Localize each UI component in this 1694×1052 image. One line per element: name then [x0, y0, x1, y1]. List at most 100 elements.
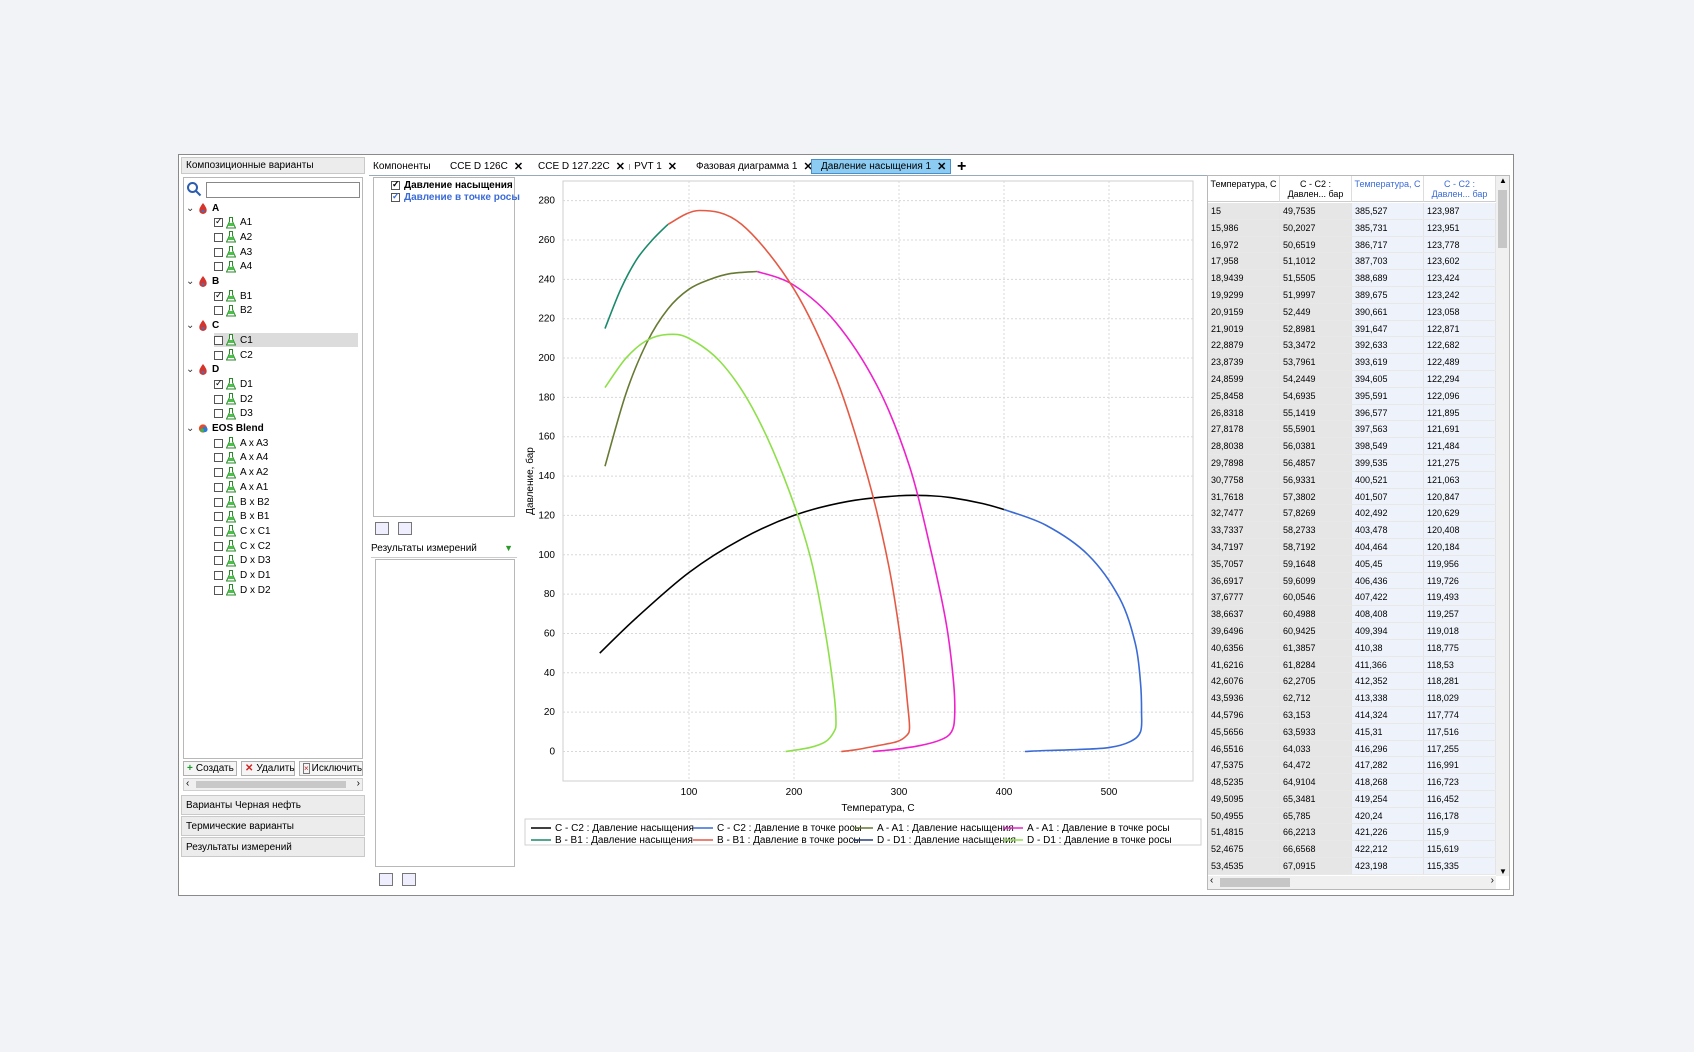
checkbox[interactable]: [214, 350, 223, 360]
table-row[interactable]: 15,986 50,2027 385,731 123,951: [1208, 219, 1496, 237]
table-row[interactable]: 20,9159 52,449 390,661 123,058: [1208, 303, 1496, 321]
table-cell[interactable]: 41,6216: [1208, 656, 1280, 673]
table-cell[interactable]: 55,1419: [1280, 404, 1352, 421]
tree-group-a[interactable]: ⌄ A: [186, 201, 358, 215]
table-cell[interactable]: 420,24: [1352, 807, 1424, 824]
tree-item-a2[interactable]: A2: [214, 230, 358, 244]
table-cell[interactable]: 115,335: [1424, 858, 1496, 874]
tab-components[interactable]: Компоненты: [369, 159, 441, 174]
table-cell[interactable]: 57,8269: [1280, 505, 1352, 522]
table-cell[interactable]: 53,7961: [1280, 354, 1352, 370]
table-cell[interactable]: 403,478: [1352, 522, 1424, 538]
tree-item-bxb1[interactable]: B x B1: [214, 510, 358, 524]
table-cell[interactable]: 117,516: [1424, 723, 1496, 740]
table-cell[interactable]: 118,029: [1424, 690, 1496, 706]
table-cell[interactable]: 65,785: [1280, 807, 1352, 824]
tree-item-c2[interactable]: C2: [214, 348, 358, 362]
checkbox[interactable]: [214, 232, 223, 242]
search-icon[interactable]: [186, 181, 202, 197]
checkbox[interactable]: [214, 497, 223, 507]
table-cell[interactable]: 31,7618: [1208, 488, 1280, 505]
tree-item-a3[interactable]: A3: [214, 245, 358, 259]
table-row[interactable]: 33,7337 58,2733 403,478 120,408: [1208, 522, 1496, 539]
table-row[interactable]: 22,8879 53,3472 392,633 122,682: [1208, 337, 1496, 355]
tree-group-eos-blend[interactable]: ⌄ EOS Blend: [186, 422, 358, 436]
scroll-left-icon[interactable]: ‹: [186, 778, 189, 789]
checkbox[interactable]: [214, 526, 223, 536]
table-cell[interactable]: 115,9: [1424, 824, 1496, 841]
legend-entry[interactable]: B - B1 : Давление насыщения: [555, 835, 693, 846]
table-cell[interactable]: 46,5516: [1208, 740, 1280, 757]
table-cell[interactable]: 388,689: [1352, 270, 1424, 286]
tree-item-b1[interactable]: B1: [214, 289, 358, 303]
check-saturation[interactable]: Давление насыщения: [391, 179, 513, 191]
table-cell[interactable]: 53,4535: [1208, 858, 1280, 874]
table-cell[interactable]: 40,6356: [1208, 639, 1280, 656]
table-row[interactable]: 26,8318 55,1419 396,577 121,895: [1208, 404, 1496, 422]
tree-item-bxb2[interactable]: B x B2: [214, 495, 358, 509]
checkbox[interactable]: [214, 482, 223, 492]
table-cell[interactable]: 35,7057: [1208, 555, 1280, 572]
table-cell[interactable]: 60,9425: [1280, 622, 1352, 639]
table-cell[interactable]: 118,281: [1424, 673, 1496, 690]
table-cell[interactable]: 120,847: [1424, 488, 1496, 505]
checkbox[interactable]: [391, 179, 400, 190]
table-cell[interactable]: 44,5796: [1208, 706, 1280, 723]
chevron-down-icon[interactable]: ▼: [504, 543, 513, 553]
black-oil-variants-header[interactable]: Варианты Черная нефть: [181, 795, 365, 815]
checkbox[interactable]: [214, 512, 223, 522]
table-cell[interactable]: 57,3802: [1280, 488, 1352, 505]
table-row[interactable]: 23,8739 53,7961 393,619 122,489: [1208, 354, 1496, 371]
close-icon[interactable]: ✕: [616, 160, 625, 173]
table-cell[interactable]: 15: [1208, 203, 1280, 219]
checkbox[interactable]: [214, 571, 223, 580]
checkbox[interactable]: [214, 409, 223, 419]
table-cell[interactable]: 49,5095: [1208, 790, 1280, 807]
tree-item-axa4[interactable]: A x A4: [214, 451, 358, 465]
checkbox[interactable]: [214, 541, 223, 551]
scroll-right-icon[interactable]: ›: [1491, 875, 1494, 886]
table-cell[interactable]: 421,226: [1352, 824, 1424, 841]
table-cell[interactable]: 64,9104: [1280, 774, 1352, 790]
tree-item-dxd1[interactable]: D x D1: [214, 569, 358, 583]
tree-item-d2[interactable]: D2: [214, 392, 358, 406]
table-cell[interactable]: 52,4675: [1208, 841, 1280, 858]
table-cell[interactable]: 122,096: [1424, 387, 1496, 404]
check-dew-point[interactable]: Давление в точке росы: [391, 191, 520, 203]
tree-item-axa1[interactable]: A x A1: [214, 480, 358, 494]
col-header-pressure[interactable]: С - С2 : Давлен... бар: [1280, 176, 1352, 202]
chevron-down-icon[interactable]: ⌄: [186, 203, 196, 214]
table-cell[interactable]: 21,9019: [1208, 320, 1280, 337]
table-cell[interactable]: 387,703: [1352, 253, 1424, 270]
table-cell[interactable]: 17,958: [1208, 253, 1280, 270]
table-cell[interactable]: 64,033: [1280, 740, 1352, 757]
scroll-right-icon[interactable]: ›: [357, 778, 360, 789]
checkbox[interactable]: [214, 335, 223, 345]
table-cell[interactable]: 416,296: [1352, 740, 1424, 757]
table-cell[interactable]: 117,774: [1424, 706, 1496, 723]
table-cell[interactable]: 400,521: [1352, 471, 1424, 488]
legend-entry[interactable]: D - D1 : Давление насыщения: [877, 835, 1016, 846]
table-row[interactable]: 32,7477 57,8269 402,492 120,629: [1208, 505, 1496, 523]
table-row[interactable]: 39,6496 60,9425 409,394 119,018: [1208, 622, 1496, 640]
table-row[interactable]: 36,6917 59,6099 406,436 119,726: [1208, 572, 1496, 590]
checkbox[interactable]: [214, 290, 223, 301]
table-cell[interactable]: 385,731: [1352, 219, 1424, 236]
table-row[interactable]: 21,9019 52,8981 391,647 122,871: [1208, 320, 1496, 338]
table-cell[interactable]: 123,242: [1424, 286, 1496, 303]
table-cell[interactable]: 52,8981: [1280, 320, 1352, 337]
tree-item-axa2[interactable]: A x A2: [214, 466, 358, 480]
legend-entry[interactable]: C - C2 : Давление насыщения: [555, 823, 694, 834]
table-cell[interactable]: 120,408: [1424, 522, 1496, 538]
table-cell[interactable]: 19,9299: [1208, 286, 1280, 303]
col-header-pressure-2[interactable]: С - С2 : Давлен... бар: [1424, 176, 1496, 202]
table-cell[interactable]: 120,629: [1424, 505, 1496, 522]
table-cell[interactable]: 117,255: [1424, 740, 1496, 757]
table-cell[interactable]: 423,198: [1352, 858, 1424, 874]
table-cell[interactable]: 118,775: [1424, 639, 1496, 656]
table-cell[interactable]: 63,153: [1280, 706, 1352, 723]
tree-item-c1[interactable]: C1: [214, 333, 358, 348]
table-cell[interactable]: 66,2213: [1280, 824, 1352, 841]
table-cell[interactable]: 60,0546: [1280, 589, 1352, 606]
table-cell[interactable]: 56,9331: [1280, 471, 1352, 488]
